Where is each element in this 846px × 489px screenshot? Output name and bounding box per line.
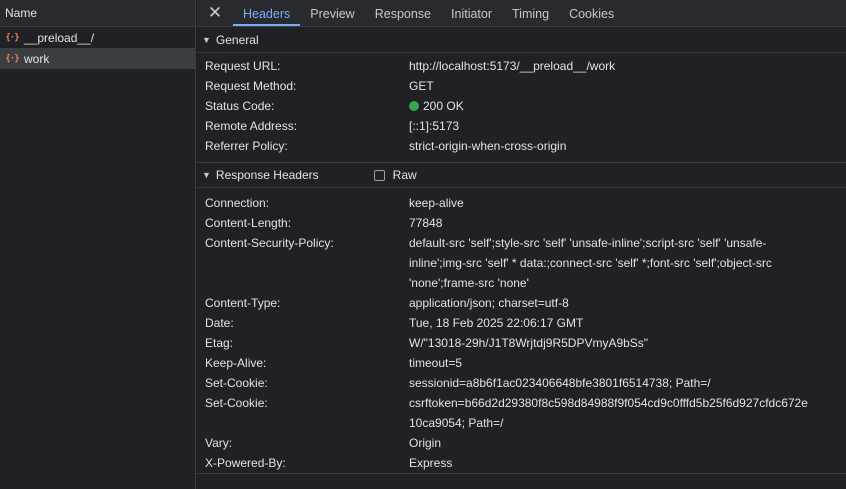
request-details-panel: ✕ Headers Preview Response Initiator Tim… <box>197 0 846 489</box>
response-header-row: Vary: Origin <box>197 433 846 453</box>
expand-triangle-icon: ▼ <box>202 34 211 45</box>
header-key: Request URL: <box>205 59 281 73</box>
expand-triangle-icon: ▼ <box>202 170 211 180</box>
header-value: http://localhost:5173/__preload__/work <box>409 59 616 73</box>
tab-headers[interactable]: Headers <box>233 0 301 26</box>
header-key: Referrer Policy: <box>205 139 288 153</box>
header-key: Connection: <box>205 196 270 210</box>
header-key: Date: <box>205 316 234 330</box>
header-value: Origin <box>409 436 442 450</box>
status-text: 200 OK <box>423 99 464 113</box>
header-value: Express <box>409 456 453 470</box>
header-key: Content-Security-Policy: <box>205 236 334 250</box>
response-header-row: Content-Security-Policy: default-src 'se… <box>197 233 846 293</box>
general-section-title: General <box>215 32 259 47</box>
fetch-request-icon: {·} <box>5 53 19 64</box>
close-icon[interactable]: ✕ <box>197 0 233 26</box>
header-value: W/"13018-29h/J1T8Wrjtdj9R5DPVmyA9bSs" <box>409 336 649 350</box>
general-row: Request Method: GET <box>197 76 846 96</box>
header-value: csrftoken=b66d2d29380f8c598d84988f9f054c… <box>409 396 808 430</box>
raw-checkbox[interactable] <box>373 169 385 181</box>
header-key: Remote Address: <box>205 119 298 133</box>
request-name: __preload__/ <box>24 30 95 45</box>
header-value: keep-alive <box>409 196 464 210</box>
tab-response[interactable]: Response <box>365 0 441 26</box>
header-key: Set-Cookie: <box>205 396 268 410</box>
header-key: Content-Length: <box>205 216 292 230</box>
response-header-row: Set-Cookie: sessionid=a8b6f1ac023406648b… <box>197 373 846 393</box>
response-header-row: Content-Type: application/json; charset=… <box>197 293 846 313</box>
details-tabbar: ✕ Headers Preview Response Initiator Tim… <box>197 0 846 27</box>
header-value: [::1]:5173 <box>409 119 460 133</box>
response-header-row: Set-Cookie: csrftoken=b66d2d29380f8c598d… <box>197 393 846 433</box>
header-value: default-src 'self';style-src 'self' 'uns… <box>409 236 772 290</box>
response-headers-section-header[interactable]: ▼ Response Headers Raw <box>197 162 846 188</box>
tab-cookies[interactable]: Cookies <box>559 0 624 26</box>
response-headers-title: Response Headers <box>215 168 319 182</box>
header-key: Vary: <box>205 436 233 450</box>
header-key: X-Powered-By: <box>205 456 286 470</box>
status-value: 200 OK <box>409 96 809 116</box>
header-value: timeout=5 <box>409 356 463 370</box>
header-key: Keep-Alive: <box>205 356 267 370</box>
response-headers-body: Connection: keep-alive Content-Length: 7… <box>197 188 846 474</box>
tab-initiator[interactable]: Initiator <box>441 0 502 26</box>
header-value: sessionid=a8b6f1ac023406648bfe3801f65147… <box>409 376 711 390</box>
general-row: Request URL: http://localhost:5173/__pre… <box>197 56 846 76</box>
raw-toggle[interactable]: Raw <box>373 168 417 182</box>
response-header-row: Keep-Alive: timeout=5 <box>197 353 846 373</box>
header-key: Etag: <box>205 336 234 350</box>
fetch-request-icon: {·} <box>5 32 19 43</box>
header-key: Set-Cookie: <box>205 376 268 390</box>
general-row: Referrer Policy: strict-origin-when-cros… <box>197 136 846 156</box>
header-value: GET <box>409 79 434 93</box>
raw-label: Raw <box>392 168 417 182</box>
header-value: application/json; charset=utf-8 <box>409 296 569 310</box>
header-key: Request Method: <box>205 79 297 93</box>
general-section-header[interactable]: ▼ General <box>197 27 846 53</box>
header-key: Status Code: <box>205 99 275 113</box>
general-row: Remote Address: [::1]:5173 <box>197 116 846 136</box>
response-header-row: X-Powered-By: Express <box>197 453 846 473</box>
response-header-row: Etag: W/"13018-29h/J1T8Wrjtdj9R5DPVmyA9b… <box>197 333 846 353</box>
response-header-row: Connection: keep-alive <box>197 193 846 213</box>
request-name: work <box>24 51 50 66</box>
request-list-panel: Name {·} __preload__/ {·} work <box>0 0 196 489</box>
response-header-row: Date: Tue, 18 Feb 2025 22:06:17 GMT <box>197 313 846 333</box>
tab-preview[interactable]: Preview <box>300 0 364 26</box>
general-row: Status Code: 200 OK <box>197 96 846 116</box>
header-value: strict-origin-when-cross-origin <box>409 139 567 153</box>
general-section-body: Request URL: http://localhost:5173/__pre… <box>197 53 846 162</box>
header-key: Content-Type: <box>205 296 281 310</box>
request-row-work[interactable]: {·} work <box>0 48 195 69</box>
status-ok-icon <box>409 101 419 111</box>
tab-timing[interactable]: Timing <box>502 0 559 26</box>
header-value: Tue, 18 Feb 2025 22:06:17 GMT <box>409 316 584 330</box>
response-header-row: Content-Length: 77848 <box>197 213 846 233</box>
header-value: 77848 <box>409 216 443 230</box>
name-column-header[interactable]: Name <box>0 0 195 27</box>
request-row-preload[interactable]: {·} __preload__/ <box>0 27 195 48</box>
